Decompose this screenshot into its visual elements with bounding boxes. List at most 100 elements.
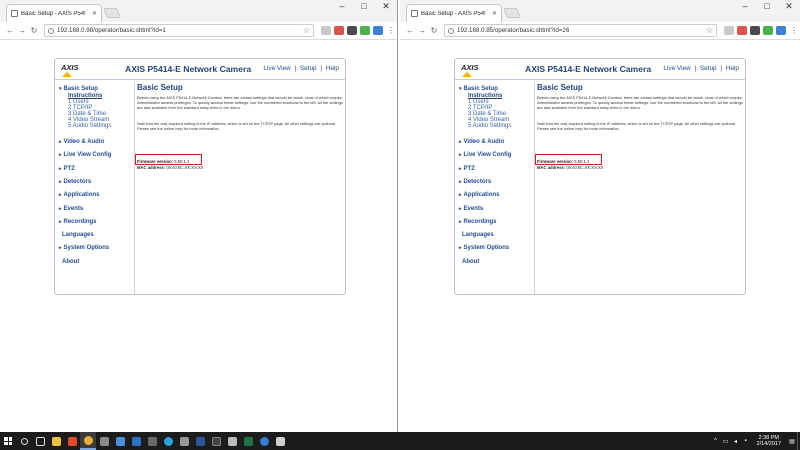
sidebar-item-about[interactable]: About	[462, 259, 479, 265]
bookmark-star-icon[interactable]: ☆	[303, 26, 310, 35]
reload-icon[interactable]: ↻	[428, 26, 440, 35]
sidebar-item-languages[interactable]: Languages	[462, 232, 494, 238]
browser-tab[interactable]: Basic Setup - AXIS P54! ✕	[406, 4, 502, 22]
forward-icon[interactable]: →	[416, 26, 428, 35]
terminal-icon[interactable]	[208, 432, 224, 450]
word-icon[interactable]	[192, 432, 208, 450]
file-explorer-icon[interactable]	[48, 432, 64, 450]
bookmark-star-icon[interactable]: ☆	[706, 26, 713, 35]
triangle-right-icon: ▸	[59, 192, 62, 198]
sidebar-item-applications[interactable]: ▸ Applications	[459, 192, 500, 198]
sidebar-item-ptz[interactable]: ▸ PTZ	[59, 166, 75, 172]
app-icon[interactable]	[224, 432, 240, 450]
forward-icon[interactable]: →	[16, 26, 28, 35]
header-divider	[55, 79, 345, 80]
setup-link[interactable]: Setup	[700, 65, 717, 72]
sidebar-item-about[interactable]: About	[62, 259, 79, 265]
clock[interactable]: 2:38 PM 2/14/2017	[751, 435, 787, 447]
sidebar-item-applications[interactable]: ▸ Applications	[59, 192, 100, 198]
excel-icon[interactable]	[240, 432, 256, 450]
new-tab-button[interactable]	[503, 8, 521, 18]
address-bar[interactable]: 192.168.0.85/operator/basic.shtml?id=26 …	[444, 24, 717, 37]
chevron-up-icon[interactable]: ^	[711, 438, 721, 444]
sidebar-item-detectors[interactable]: ▸ Detectors	[59, 179, 91, 185]
sidebar-item-live-view-config[interactable]: ▸ Live View Config	[59, 152, 111, 158]
sidebar-item-live-view-config[interactable]: ▸ Live View Config	[459, 152, 511, 158]
extension-icon[interactable]	[360, 26, 370, 35]
maximize-button[interactable]: □	[756, 0, 778, 14]
reload-icon[interactable]: ↻	[28, 26, 40, 35]
minimize-button[interactable]: –	[734, 0, 756, 14]
live-view-link[interactable]: Live View	[263, 65, 290, 72]
start-button[interactable]	[0, 432, 16, 450]
browser-tab[interactable]: Basic Setup - AXIS P54! ✕	[6, 4, 102, 22]
axis-logo: AXIS	[461, 63, 479, 72]
close-tab-icon[interactable]: ✕	[92, 10, 97, 17]
address-bar[interactable]: 192.168.0.98/operator/basic.shtml?id=1 ☆	[44, 24, 314, 37]
app-icon[interactable]	[144, 432, 160, 450]
url-text[interactable]: 192.168.0.85/operator/basic.shtml?id=26	[457, 27, 706, 34]
keyboard-icon[interactable]: ▪	[741, 438, 751, 444]
media-icon[interactable]	[64, 432, 80, 450]
sidebar-item-basic-setup[interactable]: ▾ Basic Setup	[459, 86, 498, 92]
url-text[interactable]: 192.168.0.98/operator/basic.shtml?id=1	[57, 27, 303, 34]
sidebar-item-system-options[interactable]: ▸ System Options	[59, 245, 109, 251]
back-icon[interactable]: ←	[4, 26, 16, 35]
app-icon[interactable]	[272, 432, 288, 450]
setup-link[interactable]: Setup	[300, 65, 317, 72]
app-icon[interactable]	[256, 432, 272, 450]
maximize-button[interactable]: □	[353, 0, 375, 14]
notifications-icon[interactable]: ▤	[787, 438, 797, 445]
sidebar-item-detectors[interactable]: ▸ Detectors	[459, 179, 491, 185]
chrome-icon[interactable]	[80, 432, 96, 450]
store-icon[interactable]	[112, 432, 128, 450]
cast-icon[interactable]	[347, 26, 357, 35]
back-icon[interactable]: ←	[404, 26, 416, 35]
sidebar-item-video-audio[interactable]: ▸ Video & Audio	[59, 139, 104, 145]
info-icon[interactable]	[48, 27, 54, 34]
browser-window-left: Basic Setup - AXIS P54! ✕ – □ ✕ ← → ↻ 19…	[0, 0, 398, 432]
live-view-link[interactable]: Live View	[663, 65, 690, 72]
sidebar-item-video-audio[interactable]: ▸ Video & Audio	[459, 139, 504, 145]
help-link[interactable]: Help	[326, 65, 339, 72]
triangle-right-icon: ▸	[459, 152, 462, 158]
volume-icon[interactable]: ◂	[731, 438, 741, 445]
sidebar-sub-audio-settings[interactable]: 5 Audio Settings	[468, 123, 511, 129]
sidebar-item-languages[interactable]: Languages	[62, 232, 94, 238]
close-button[interactable]: ✕	[778, 0, 800, 14]
help-link[interactable]: Help	[726, 65, 739, 72]
outlook-icon[interactable]	[128, 432, 144, 450]
task-view-icon[interactable]	[32, 432, 48, 450]
extension-icon[interactable]	[724, 26, 734, 35]
cast-icon[interactable]	[750, 26, 760, 35]
sidebar-item-basic-setup[interactable]: ▾ Basic Setup	[59, 86, 98, 92]
extension-icon[interactable]	[334, 26, 344, 35]
app-icon[interactable]	[176, 432, 192, 450]
close-button[interactable]: ✕	[375, 0, 397, 14]
triangle-right-icon: ▸	[59, 179, 62, 185]
minimize-button[interactable]: –	[331, 0, 353, 14]
close-tab-icon[interactable]: ✕	[492, 10, 497, 17]
extension-icon[interactable]	[321, 26, 331, 35]
sidebar-item-ptz[interactable]: ▸ PTZ	[459, 166, 475, 172]
menu-icon[interactable]: ⋮	[790, 26, 798, 35]
header-divider	[455, 79, 745, 80]
sidebar-item-recordings[interactable]: ▸ Recordings	[459, 219, 497, 225]
info-icon[interactable]	[448, 27, 454, 34]
triangle-right-icon: ▸	[459, 206, 462, 212]
search-icon[interactable]	[16, 432, 32, 450]
sidebar-item-events[interactable]: ▸ Events	[459, 206, 483, 212]
extension-icon[interactable]	[373, 26, 383, 35]
menu-icon[interactable]: ⋮	[387, 26, 395, 35]
app-icon[interactable]	[96, 432, 112, 450]
sidebar-sub-audio-settings[interactable]: 5 Audio Settings	[68, 123, 111, 129]
new-tab-button[interactable]	[103, 8, 121, 18]
sidebar-item-events[interactable]: ▸ Events	[59, 206, 83, 212]
extension-icon[interactable]	[737, 26, 747, 35]
sidebar-item-system-options[interactable]: ▸ System Options	[459, 245, 509, 251]
sidebar-item-recordings[interactable]: ▸ Recordings	[59, 219, 97, 225]
network-icon[interactable]: ▭	[721, 438, 731, 445]
extension-icon[interactable]	[776, 26, 786, 35]
skype-icon[interactable]	[160, 432, 176, 450]
extension-icon[interactable]	[763, 26, 773, 35]
